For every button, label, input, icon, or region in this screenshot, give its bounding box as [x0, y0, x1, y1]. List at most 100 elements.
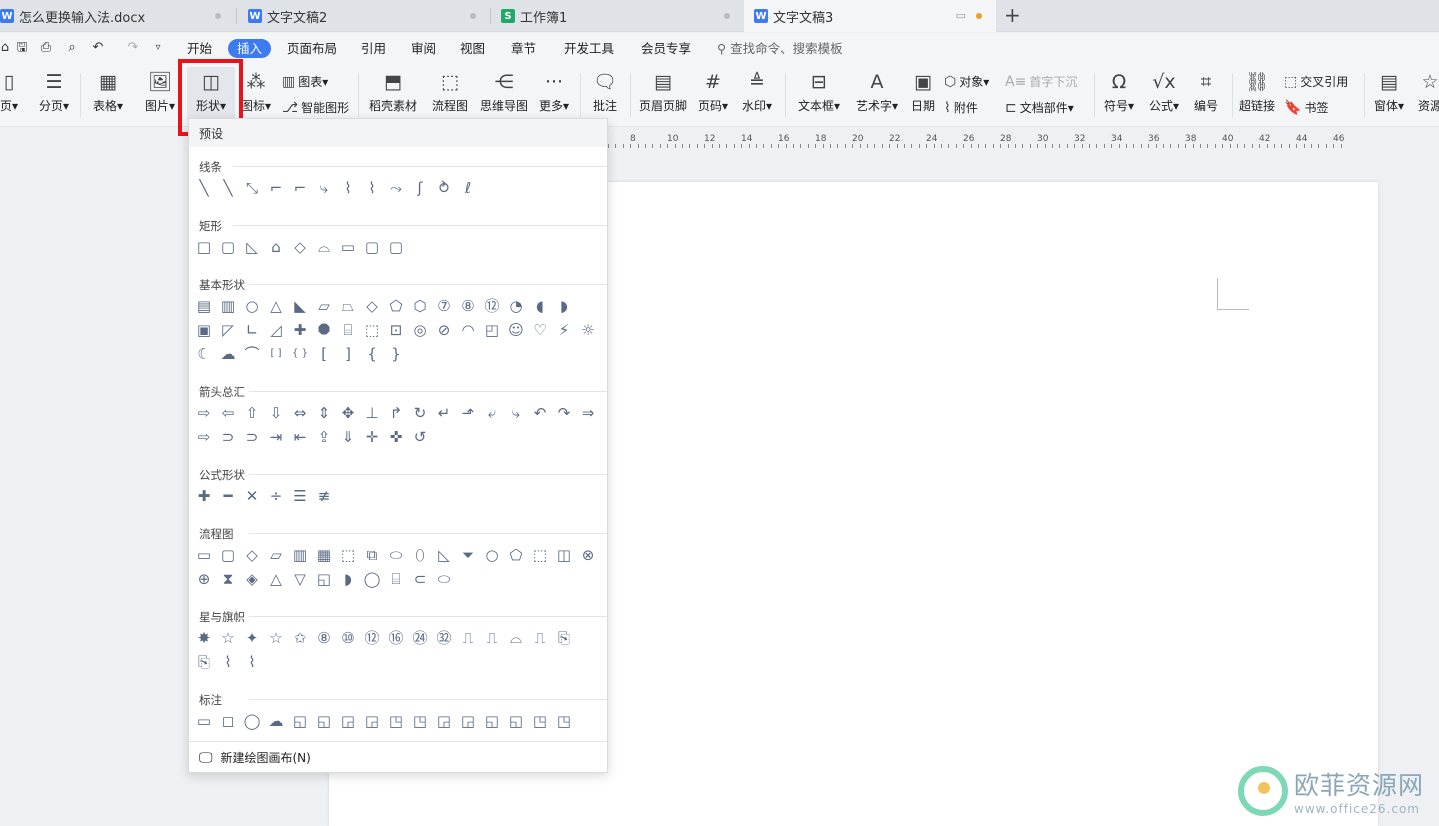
menu-layout[interactable]: 页面布局 [287, 39, 337, 58]
star-shape-icon[interactable]: ⌇ [243, 653, 261, 671]
flowchart-shape-icon[interactable]: ⬭ [435, 570, 453, 588]
formula-shape-icon[interactable]: ━ [219, 487, 237, 505]
star-shape-icon[interactable]: ☆ [267, 629, 285, 647]
basic-shape-icon[interactable]: ⑦ [435, 297, 453, 315]
redo-icon[interactable]: ↷ [125, 40, 141, 56]
basic-shape-icon[interactable]: ☼ [579, 321, 597, 339]
form-button[interactable]: ▤ 窗体▾ [1370, 67, 1408, 115]
flowchart-shape-icon[interactable]: ⬚ [531, 546, 549, 564]
arrow-shape-icon[interactable]: ⇧ [243, 404, 261, 422]
flowchart-shape-icon[interactable]: ⬯ [411, 546, 429, 564]
star-shape-icon[interactable]: ㉜ [435, 629, 453, 647]
rectangle-shape-icon[interactable]: ▢ [219, 238, 237, 256]
basic-shape-icon[interactable]: ⑫ [483, 297, 501, 315]
flowchart-shape-icon[interactable]: ⧗ [219, 570, 237, 588]
close-dot-icon[interactable] [215, 13, 221, 19]
arrow-shape-icon[interactable]: ↻ [411, 404, 429, 422]
mindmap-button[interactable]: ⋲ 思维导图 [477, 67, 531, 115]
basic-shape-icon[interactable]: ◔ [507, 297, 525, 315]
basic-shape-icon[interactable]: ✚ [291, 321, 309, 339]
basic-shape-icon[interactable]: ◿ [267, 321, 285, 339]
more-button[interactable]: ··· 更多▾ [535, 67, 573, 115]
attachment-button[interactable]: ⌇ 附件 [944, 99, 978, 116]
monitor-icon[interactable]: ▭ [956, 9, 966, 22]
line-shape-icon[interactable]: ⤷ [315, 179, 333, 197]
arrow-shape-icon[interactable]: ↷ [555, 404, 573, 422]
tab-doc-3-active[interactable]: W 文字文稿3 ▭ [744, 0, 996, 32]
table-button[interactable]: ▦ 表格▾ [88, 67, 128, 115]
arrow-shape-icon[interactable]: ⤶ [483, 404, 501, 422]
callout-shape-icon[interactable]: ◳ [555, 712, 573, 730]
star-shape-icon[interactable]: ⎍ [483, 629, 501, 647]
arrow-shape-icon[interactable]: ⬏ [459, 404, 477, 422]
smart-art-button[interactable]: ⎇ 智能图形 [282, 99, 349, 116]
basic-shape-icon[interactable]: ▣ [195, 321, 213, 339]
basic-shape-icon[interactable]: ⬠ [387, 297, 405, 315]
new-canvas-button[interactable]: 🖵 新建绘图画布(N) [199, 749, 311, 766]
arrow-shape-icon[interactable]: ↺ [411, 428, 429, 446]
menu-chapter[interactable]: 章节 [511, 39, 536, 58]
callout-shape-icon[interactable]: ◳ [387, 712, 405, 730]
print-icon[interactable]: ⎙ [38, 40, 54, 56]
arrow-shape-icon[interactable]: ⤷ [507, 404, 525, 422]
arrow-shape-icon[interactable]: ⇦ [219, 404, 237, 422]
menu-insert[interactable]: 插入 [228, 39, 272, 58]
callout-shape-icon[interactable]: ◳ [531, 712, 549, 730]
basic-shape-icon[interactable]: ◇ [363, 297, 381, 315]
line-shape-icon[interactable]: ⌇ [339, 179, 357, 197]
basic-shape-icon[interactable]: ◖ [531, 297, 549, 315]
symbol-button[interactable]: Ω 符号▾ [1100, 67, 1138, 115]
flowchart-shape-icon[interactable]: ◗ [339, 570, 357, 588]
arrow-shape-icon[interactable]: ✜ [387, 428, 405, 446]
arrow-shape-icon[interactable]: ⇪ [315, 428, 333, 446]
new-tab-button[interactable]: + [1004, 3, 1021, 27]
basic-shape-icon[interactable]: ⌒ [243, 345, 261, 363]
bookmark-button[interactable]: 🔖 书签 [1284, 99, 1328, 116]
callout-shape-icon[interactable]: ◲ [339, 712, 357, 730]
basic-shape-icon[interactable]: ⌸ [339, 321, 357, 339]
arrow-shape-icon[interactable]: ✥ [339, 404, 357, 422]
formula-shape-icon[interactable]: ≢ [315, 487, 333, 505]
arrow-shape-icon[interactable]: ⇨ [195, 428, 213, 446]
doc-part-button[interactable]: ⊏ 文档部件 ▾ [1005, 99, 1074, 116]
docer-material-button[interactable]: ⬒ 稻壳素材 [366, 67, 420, 115]
flowchart-shape-icon[interactable]: ◯ [363, 570, 381, 588]
rectangle-shape-icon[interactable]: ▢ [387, 238, 405, 256]
line-shape-icon[interactable]: ⥁ [435, 179, 453, 197]
flowchart-shape-icon[interactable]: ◫ [555, 546, 573, 564]
arrow-shape-icon[interactable]: ⊃ [219, 428, 237, 446]
basic-shape-icon[interactable]: ▥ [219, 297, 237, 315]
rectangle-shape-icon[interactable]: ◇ [291, 238, 309, 256]
flowchart-shape-icon[interactable]: ⊂ [411, 570, 429, 588]
basic-shape-icon[interactable]: ▤ [195, 297, 213, 315]
flowchart-shape-icon[interactable]: ⬭ [387, 546, 405, 564]
arrow-shape-icon[interactable]: ⇤ [291, 428, 309, 446]
arrow-shape-icon[interactable]: ⊥ [363, 404, 381, 422]
basic-shape-icon[interactable]: ○ [243, 297, 261, 315]
flowchart-shape-icon[interactable]: △ [267, 570, 285, 588]
flowchart-shape-icon[interactable]: ○ [483, 546, 501, 564]
basic-shape-icon[interactable]: ⬚ [363, 321, 381, 339]
basic-shape-icon[interactable]: ⯃ [315, 321, 333, 339]
menu-home[interactable]: 开始 [187, 39, 212, 58]
comment-button[interactable]: 🗨 批注 [588, 67, 622, 115]
star-shape-icon[interactable]: ✦ [243, 629, 261, 647]
callout-shape-icon[interactable]: ▭ [195, 712, 213, 730]
callout-shape-icon[interactable]: ☁ [267, 712, 285, 730]
flowchart-shape-icon[interactable]: ⊗ [579, 546, 597, 564]
line-shape-icon[interactable]: ⌐ [267, 179, 285, 197]
callout-shape-icon[interactable]: ◱ [483, 712, 501, 730]
arrow-shape-icon[interactable]: ⊃ [243, 428, 261, 446]
date-button[interactable]: ▣ 日期 [907, 67, 939, 115]
line-shape-icon[interactable]: ℓ [459, 179, 477, 197]
star-shape-icon[interactable]: ⌓ [507, 629, 525, 647]
hyperlink-button[interactable]: ⛓ 超链接 [1237, 67, 1277, 115]
arrow-shape-icon[interactable]: ✛ [363, 428, 381, 446]
flowchart-shape-icon[interactable]: ◺ [435, 546, 453, 564]
cross-reference-button[interactable]: ⬚ 交叉引用 [1284, 73, 1348, 90]
basic-shape-icon[interactable]: ⊘ [435, 321, 453, 339]
star-shape-icon[interactable]: ⎍ [459, 629, 477, 647]
tab-doc-1[interactable]: W 怎么更换输入法.docx [0, 0, 235, 32]
unsaved-dot-icon[interactable] [976, 13, 982, 19]
cover-page-button[interactable]: ▯ 页▾ [0, 67, 24, 115]
